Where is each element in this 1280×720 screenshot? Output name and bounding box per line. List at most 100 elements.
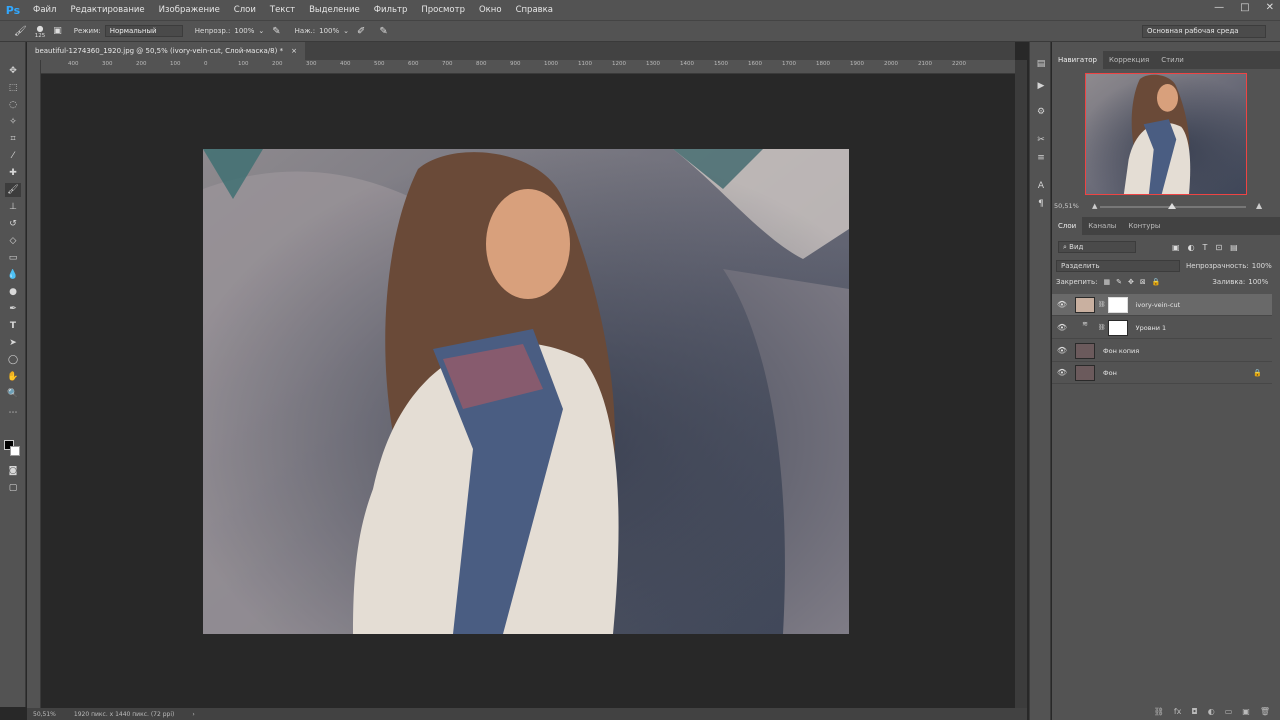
chevron-down-icon[interactable]: ⌄ bbox=[343, 27, 349, 35]
hand-tool-icon[interactable]: ✋ bbox=[5, 370, 21, 384]
link-layers-icon[interactable]: ⛓ bbox=[1154, 707, 1164, 716]
menu-filter[interactable]: Фильтр bbox=[367, 0, 415, 20]
fill-input[interactable]: 100% bbox=[1248, 278, 1268, 286]
history-brush-tool-icon[interactable]: ↺ bbox=[5, 217, 21, 231]
background-color-swatch[interactable] bbox=[10, 446, 20, 456]
lock-position-icon[interactable]: ✥ bbox=[1128, 278, 1134, 286]
layer-row[interactable]: 👁 ⛓ ivory-vein-cut bbox=[1052, 294, 1272, 316]
menu-text[interactable]: Текст bbox=[263, 0, 302, 20]
layer-opacity-input[interactable]: 100% bbox=[1252, 262, 1272, 270]
document-tab[interactable]: beautiful-1274360_1920.jpg @ 50,5% (ivor… bbox=[27, 42, 305, 60]
chevron-down-icon[interactable]: ⌄ bbox=[258, 27, 264, 35]
marquee-tool-icon[interactable]: ⬚ bbox=[5, 81, 21, 95]
add-mask-icon[interactable]: ◘ bbox=[1191, 707, 1197, 716]
layer-row[interactable]: 👁 Фон копия bbox=[1052, 340, 1272, 362]
history-icon[interactable]: ▤ bbox=[1035, 58, 1047, 70]
lock-paint-icon[interactable]: ✎ bbox=[1116, 278, 1122, 286]
delete-layer-icon[interactable]: 🗑 bbox=[1260, 707, 1270, 716]
new-layer-icon[interactable]: ▣ bbox=[1242, 707, 1250, 716]
brush-tool-icon[interactable]: 🖌 bbox=[5, 183, 21, 197]
tab-paths[interactable]: Контуры bbox=[1122, 217, 1166, 235]
adjust-icon[interactable]: ≡ bbox=[1035, 152, 1047, 164]
layer-row[interactable]: 👁 ≋ ⛓ Уровни 1 bbox=[1052, 317, 1272, 339]
menu-edit[interactable]: Редактирование bbox=[63, 0, 151, 20]
tab-adjustments[interactable]: Коррекция bbox=[1103, 51, 1155, 69]
quick-mask-icon[interactable]: ◙ bbox=[5, 464, 21, 478]
visibility-eye-icon[interactable]: 👁 bbox=[1052, 300, 1072, 309]
layer-style-icon[interactable]: fx bbox=[1174, 707, 1182, 716]
menu-help[interactable]: Справка bbox=[509, 0, 560, 20]
more-tools-icon[interactable]: ⋯ bbox=[5, 406, 21, 420]
quick-select-tool-icon[interactable]: ✧ bbox=[5, 115, 21, 129]
move-tool-icon[interactable]: ✥ bbox=[5, 64, 21, 78]
brush-settings-icon[interactable]: ✂ bbox=[1035, 134, 1047, 146]
path-select-tool-icon[interactable]: ➤ bbox=[5, 336, 21, 350]
menu-view[interactable]: Просмотр bbox=[414, 0, 472, 20]
lasso-tool-icon[interactable]: ◌ bbox=[5, 98, 21, 112]
clone-stamp-tool-icon[interactable]: ⊥ bbox=[5, 200, 21, 214]
blend-mode-select[interactable]: Разделить bbox=[1056, 260, 1180, 272]
visibility-eye-icon[interactable]: 👁 bbox=[1052, 323, 1072, 332]
type-tool-icon[interactable]: T bbox=[5, 319, 21, 333]
close-button[interactable]: ✕ bbox=[1266, 2, 1274, 13]
vertical-scrollbar[interactable] bbox=[1015, 60, 1027, 708]
image-filter-icon[interactable]: ▣ bbox=[1172, 243, 1180, 252]
menu-file[interactable]: Файл bbox=[26, 0, 63, 20]
menu-image[interactable]: Изображение bbox=[152, 0, 227, 20]
visibility-eye-icon[interactable]: 👁 bbox=[1052, 368, 1072, 377]
menu-select[interactable]: Выделение bbox=[302, 0, 367, 20]
workspace-select[interactable]: Основная рабочая среда bbox=[1142, 25, 1266, 38]
shape-filter-icon[interactable]: ⊡ bbox=[1215, 243, 1222, 252]
brush-panel-icon[interactable]: ▣ bbox=[53, 26, 62, 36]
ellipse-tool-icon[interactable]: ◯ bbox=[5, 353, 21, 367]
status-menu-arrow[interactable]: › bbox=[192, 711, 194, 718]
tab-layers[interactable]: Слои bbox=[1052, 217, 1083, 235]
navigator-zoom-value[interactable]: 50,51% bbox=[1054, 202, 1079, 210]
healing-tool-icon[interactable]: ✚ bbox=[5, 166, 21, 180]
paragraph-icon[interactable]: ¶ bbox=[1035, 198, 1047, 210]
pen-tool-icon[interactable]: ✒ bbox=[5, 302, 21, 316]
layer-mask-thumbnail[interactable] bbox=[1107, 319, 1128, 336]
gradient-tool-icon[interactable]: ▭ bbox=[5, 251, 21, 265]
dodge-tool-icon[interactable]: ● bbox=[5, 285, 21, 299]
properties-icon[interactable]: ⚙ bbox=[1035, 106, 1047, 118]
brush-preset-picker[interactable]: ● 125 bbox=[35, 24, 46, 39]
flow-input[interactable]: 100% bbox=[319, 27, 339, 35]
minimize-button[interactable]: — bbox=[1214, 2, 1224, 13]
play-actions-icon[interactable]: ▶ bbox=[1035, 80, 1047, 92]
menu-window[interactable]: Окно bbox=[472, 0, 509, 20]
lock-pixels-icon[interactable]: ▦ bbox=[1103, 278, 1110, 286]
smart-filter-icon[interactable]: ▤ bbox=[1230, 243, 1238, 252]
zoom-level[interactable]: 50,51% bbox=[33, 711, 56, 718]
menu-layers[interactable]: Слои bbox=[227, 0, 263, 20]
eyedropper-tool-icon[interactable]: ⁄ bbox=[5, 149, 21, 163]
mode-select[interactable]: Нормальный bbox=[104, 25, 183, 37]
character-icon[interactable]: A bbox=[1035, 180, 1047, 192]
adjust-filter-icon[interactable]: ◐ bbox=[1188, 243, 1195, 252]
blur-tool-icon[interactable]: 💧 bbox=[5, 268, 21, 282]
maximize-button[interactable]: □ bbox=[1240, 2, 1249, 13]
opacity-input[interactable]: 100% bbox=[234, 27, 254, 35]
lock-artboard-icon[interactable]: ⊠ bbox=[1140, 278, 1146, 286]
pressure-opacity-icon[interactable]: ✎ bbox=[272, 26, 280, 37]
pressure-size-icon[interactable]: ✎ bbox=[379, 26, 387, 37]
brush-tool-icon[interactable]: 🖌 bbox=[14, 26, 27, 37]
zoom-out-icon[interactable]: ▲ bbox=[1092, 202, 1097, 210]
document-image[interactable] bbox=[203, 149, 849, 634]
layer-mask-thumbnail[interactable] bbox=[1107, 296, 1128, 313]
close-tab-icon[interactable]: × bbox=[291, 42, 297, 60]
layer-row[interactable]: 👁 Фон 🔒 bbox=[1052, 362, 1272, 384]
zoom-tool-icon[interactable]: 🔍 bbox=[5, 387, 21, 401]
type-filter-icon[interactable]: T bbox=[1203, 243, 1208, 252]
layer-filter-select[interactable]: ⌕ Вид bbox=[1058, 241, 1136, 253]
chain-link-icon[interactable]: ⛓ bbox=[1098, 301, 1106, 308]
zoom-in-icon[interactable]: ▲ bbox=[1256, 201, 1262, 210]
zoom-slider-knob[interactable] bbox=[1168, 203, 1176, 209]
airbrush-icon[interactable]: ✐ bbox=[357, 26, 365, 37]
new-adjustment-icon[interactable]: ◐ bbox=[1208, 707, 1215, 716]
tab-styles[interactable]: Стили bbox=[1155, 51, 1190, 69]
crop-tool-icon[interactable]: ⌗ bbox=[5, 132, 21, 146]
new-group-icon[interactable]: ▭ bbox=[1225, 707, 1233, 716]
tab-navigator[interactable]: Навигатор bbox=[1052, 51, 1103, 69]
chain-link-icon[interactable]: ⛓ bbox=[1098, 324, 1106, 331]
